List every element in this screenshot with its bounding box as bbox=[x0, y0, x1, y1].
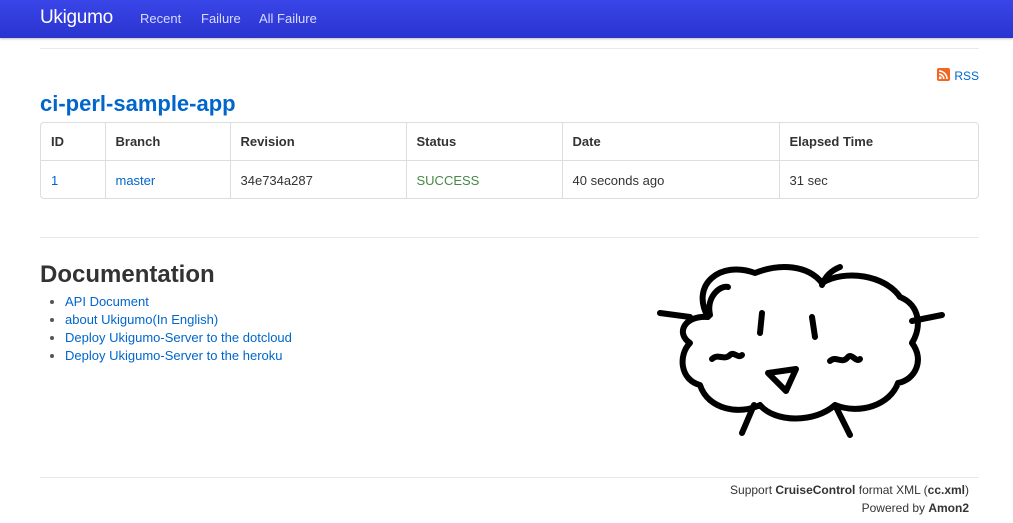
support-line: Support CruiseControl format XML (cc.xml… bbox=[730, 481, 969, 499]
powered-prefix: Powered by bbox=[861, 501, 929, 515]
nav-link-recent[interactable]: Recent bbox=[140, 11, 181, 26]
report-id-link[interactable]: 1 bbox=[51, 173, 58, 188]
amon2-link[interactable]: Amon2 bbox=[928, 501, 969, 515]
list-item: Deploy Ukigumo-Server to the dotcloud bbox=[65, 329, 292, 347]
footer: Support CruiseControl format XML (cc.xml… bbox=[730, 481, 969, 517]
footer-divider bbox=[40, 477, 979, 478]
list-item: Deploy Ukigumo-Server to the heroku bbox=[65, 347, 292, 365]
column-header-date: Date bbox=[561, 123, 779, 161]
cell-revision: 34e734a287 bbox=[229, 160, 406, 198]
cell-elapsed-time: 31 sec bbox=[778, 160, 978, 198]
cruisecontrol-label: CruiseControl bbox=[775, 483, 856, 497]
table-row: 1 master 34e734a287 SUCCESS 40 seconds a… bbox=[41, 160, 978, 198]
deploy-dotcloud-link[interactable]: Deploy Ukigumo-Server to the dotcloud bbox=[65, 330, 292, 345]
deploy-heroku-link[interactable]: Deploy Ukigumo-Server to the heroku bbox=[65, 348, 283, 363]
column-header-revision: Revision bbox=[229, 123, 406, 161]
about-ukigumo-link[interactable]: about Ukigumo(In English) bbox=[65, 312, 218, 327]
column-header-id: ID bbox=[51, 134, 64, 149]
reports-table: ID Branch Revision Status Date Elapsed T… bbox=[40, 122, 979, 199]
cc-xml-link[interactable]: cc.xml bbox=[928, 483, 965, 497]
cloud-mascot-icon bbox=[657, 264, 945, 438]
api-document-link[interactable]: API Document bbox=[65, 294, 149, 309]
list-item: API Document bbox=[65, 293, 292, 311]
brand-link[interactable]: Ukigumo bbox=[40, 7, 113, 29]
support-middle: format XML ( bbox=[855, 483, 928, 497]
documentation-title: Documentation bbox=[40, 261, 215, 288]
column-header-status: Status bbox=[405, 123, 562, 161]
project-title[interactable]: ci-perl-sample-app bbox=[40, 91, 236, 117]
branch-link[interactable]: master bbox=[116, 173, 156, 188]
support-suffix: ) bbox=[965, 483, 969, 497]
nav-link-all-failure[interactable]: All Failure bbox=[259, 11, 317, 26]
navbar: Ukigumo Recent Failure All Failure bbox=[0, 0, 1013, 38]
table-header-row: ID Branch Revision Status Date Elapsed T… bbox=[41, 123, 978, 161]
cell-status: SUCCESS bbox=[405, 160, 562, 198]
column-header-elapsed-time: Elapsed Time bbox=[778, 123, 978, 161]
cell-date: 40 seconds ago bbox=[561, 160, 779, 198]
top-divider bbox=[40, 48, 979, 49]
column-header-branch: Branch bbox=[104, 123, 230, 161]
powered-line: Powered by Amon2 bbox=[730, 499, 969, 517]
rss-link[interactable]: RSS bbox=[937, 68, 979, 83]
documentation-list: API Document about Ukigumo(In English) D… bbox=[40, 293, 292, 365]
cell-id: 1 bbox=[41, 160, 105, 198]
rss-icon bbox=[937, 68, 951, 81]
rss-label: RSS bbox=[954, 68, 979, 83]
cell-branch: master bbox=[104, 160, 230, 198]
nav-link-failure[interactable]: Failure bbox=[201, 11, 241, 26]
support-prefix: Support bbox=[730, 483, 776, 497]
list-item: about Ukigumo(In English) bbox=[65, 311, 292, 329]
middle-divider bbox=[40, 237, 979, 238]
